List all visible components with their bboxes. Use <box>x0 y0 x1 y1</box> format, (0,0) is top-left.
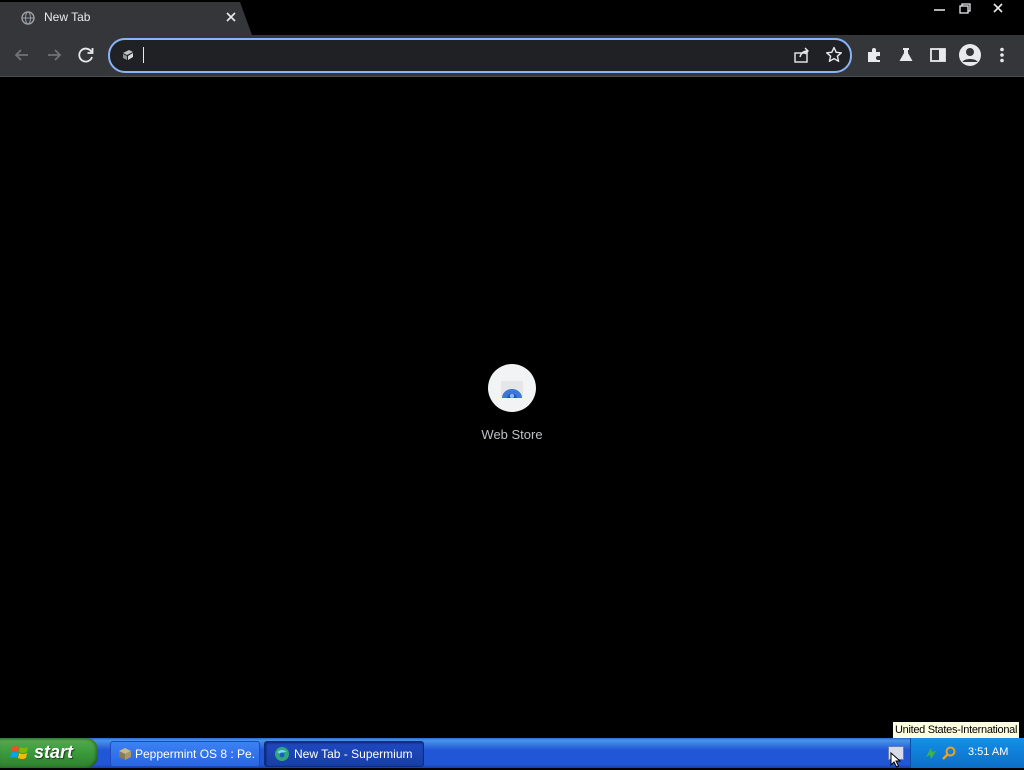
side-panel-button[interactable] <box>925 42 951 68</box>
search-engine-icon <box>120 47 136 63</box>
taskbar-item-label: Peppermint OS 8 : Pe... <box>135 747 255 761</box>
system-tray: 3:51 AM <box>910 738 1024 768</box>
supermium-icon <box>274 746 290 762</box>
taskbar-item-new-tab[interactable]: New Tab - Supermium <box>264 741 424 767</box>
labs-flask-button[interactable] <box>893 42 919 68</box>
tab-new-tab[interactable]: New Tab <box>0 2 252 35</box>
windows-logo-icon <box>10 744 29 762</box>
taskbar-item-peppermint[interactable]: Peppermint OS 8 : Pe... <box>110 741 260 767</box>
tab-title: New Tab <box>44 10 91 24</box>
web-store-icon <box>501 381 523 399</box>
extensions-button[interactable] <box>861 42 887 68</box>
address-input[interactable] <box>140 45 774 67</box>
clock[interactable]: 3:51 AM <box>968 746 1008 758</box>
address-bar[interactable] <box>108 38 852 73</box>
package-icon <box>117 746 133 762</box>
toolbar <box>0 35 1024 77</box>
forward-button[interactable] <box>41 42 67 68</box>
search-magnifier-icon[interactable] <box>941 745 957 761</box>
start-button[interactable]: start <box>0 738 98 768</box>
minimize-button[interactable] <box>926 0 953 17</box>
bookmark-star-icon[interactable] <box>824 45 844 65</box>
back-button[interactable] <box>9 42 35 68</box>
start-label: start <box>34 742 74 762</box>
mouse-cursor-icon <box>890 752 902 768</box>
menu-kebab-button[interactable] <box>989 42 1015 68</box>
close-window-button[interactable] <box>984 0 1011 17</box>
restore-button[interactable] <box>951 0 978 17</box>
globe-icon <box>21 11 35 25</box>
reload-button[interactable] <box>73 42 99 68</box>
text-caret <box>143 47 144 63</box>
network-arrows-icon[interactable] <box>923 745 939 761</box>
shortcut-tile <box>488 364 536 412</box>
profile-avatar-button[interactable] <box>957 42 983 68</box>
close-tab-icon[interactable] <box>222 8 240 26</box>
taskbar: start Peppermint OS 8 : Pe... New Tab - … <box>0 738 1024 768</box>
taskbar-item-label: New Tab - Supermium <box>294 747 413 761</box>
shortcut-web-store[interactable]: Web Store <box>472 364 552 450</box>
title-bar: New Tab <box>0 0 1024 35</box>
shortcut-label: Web Store <box>481 427 543 442</box>
share-icon[interactable] <box>792 45 812 65</box>
